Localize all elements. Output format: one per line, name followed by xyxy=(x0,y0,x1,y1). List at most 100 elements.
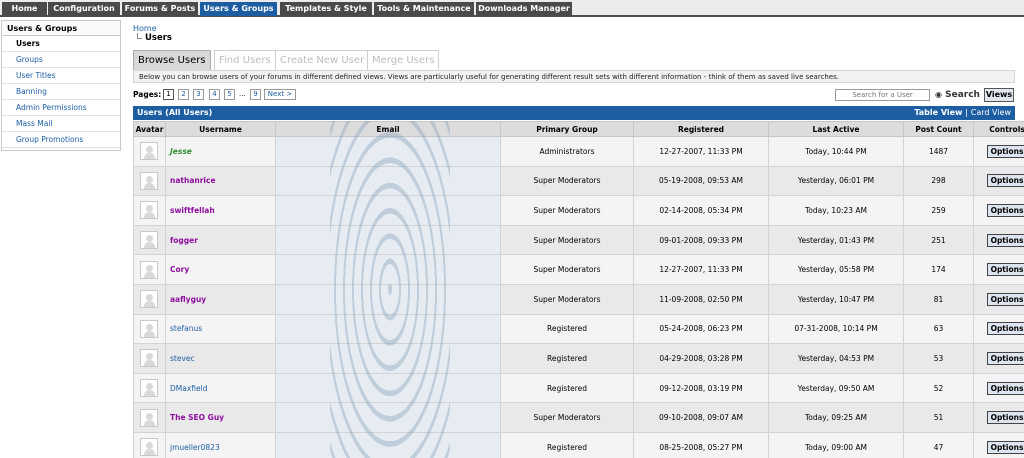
search-input[interactable] xyxy=(835,89,930,101)
options-button[interactable]: Options xyxy=(986,381,1024,395)
email-cell xyxy=(275,283,501,315)
table-row: stevec Registered 04-29-2008, 03:28 PM Yest… xyxy=(133,343,1024,374)
description: Below you can browse users of your forum… xyxy=(133,70,1015,83)
page-next[interactable]: Next > xyxy=(264,89,296,100)
avatar-cell xyxy=(133,402,166,433)
username-link[interactable]: Cory xyxy=(167,265,189,274)
binoculars-icon: ◉ xyxy=(935,90,942,99)
email-cell xyxy=(275,165,501,197)
column-header[interactable]: Email xyxy=(275,121,501,137)
page-last[interactable]: 9 xyxy=(250,89,261,100)
post-count-cell: 298 xyxy=(903,165,974,197)
username-link[interactable]: The SEO Guy xyxy=(167,413,224,422)
avatar-icon[interactable] xyxy=(140,171,158,190)
avatar-icon[interactable] xyxy=(140,142,158,161)
username-link[interactable]: nathanrice xyxy=(167,176,216,185)
primary-group-cell: Super Moderators xyxy=(500,165,634,197)
controls-cell: Options xyxy=(973,254,1024,285)
card-view-link[interactable]: Card View xyxy=(971,108,1011,117)
column-header[interactable]: Registered xyxy=(633,121,769,137)
table-row: nathanrice Super Moderators 05-19-2008, 09… xyxy=(133,165,1024,197)
page-3[interactable]: 3 xyxy=(193,89,204,100)
table-view-link[interactable]: Table View xyxy=(914,108,962,117)
email-cell xyxy=(275,254,501,285)
column-header[interactable]: Avatar xyxy=(133,121,166,137)
username-link[interactable]: jmueller0823 xyxy=(167,443,220,452)
tab-configuration[interactable]: Configuration xyxy=(48,2,120,16)
options-button[interactable]: Options xyxy=(986,233,1024,247)
avatar-icon[interactable] xyxy=(140,319,158,338)
avatar-icon[interactable] xyxy=(140,290,158,309)
options-button[interactable]: Options xyxy=(986,322,1024,336)
table-title: Users (All Users) xyxy=(137,108,213,117)
breadcrumb-home[interactable]: Home xyxy=(133,24,157,33)
sidebar-item-groups[interactable]: Groups xyxy=(2,52,120,68)
sidebar-item-admin-permissions[interactable]: Admin Permissions xyxy=(2,100,120,116)
table-row: DMaxfield Registered 09-12-2008, 03:19 PM Y… xyxy=(133,372,1024,404)
username-link[interactable]: DMaxfield xyxy=(167,384,207,393)
table-row: swiftfellah Super Moderators 02-14-2008, 0… xyxy=(133,195,1024,226)
table-row: fogger Super Moderators 09-01-2008, 09:33 … xyxy=(133,224,1024,256)
options-button[interactable]: Options xyxy=(986,411,1024,425)
tab-create-new-user[interactable]: Create New User xyxy=(275,50,370,70)
controls-cell: Options xyxy=(973,224,1024,256)
avatar-icon[interactable] xyxy=(140,231,158,250)
tab-tools-maintenance[interactable]: Tools & Maintenance xyxy=(374,2,474,16)
sidebar-item-group-promotions[interactable]: Group Promotions xyxy=(2,132,120,148)
username-link[interactable]: fogger xyxy=(167,236,198,245)
sidebar-item-banning[interactable]: Banning xyxy=(2,84,120,100)
page-1[interactable]: 1 xyxy=(163,89,174,100)
tab-browse-users[interactable]: Browse Users xyxy=(133,50,211,70)
sidebar-item-user-titles[interactable]: User Titles xyxy=(2,68,120,84)
column-header[interactable]: Primary Group xyxy=(500,121,634,137)
options-button[interactable]: Options xyxy=(986,263,1024,277)
email-cell xyxy=(275,224,501,256)
avatar-icon[interactable] xyxy=(140,201,158,220)
controls-cell: Options xyxy=(973,431,1024,458)
options-button[interactable]: Options xyxy=(986,351,1024,365)
options-button[interactable]: Options xyxy=(986,292,1024,306)
avatar-icon[interactable] xyxy=(140,408,158,427)
registered-cell: 02-14-2008, 05:34 PM xyxy=(633,195,769,226)
options-button[interactable]: Options xyxy=(986,440,1024,454)
username-cell: jmueller0823 xyxy=(165,431,276,458)
sidebar-item-mass-mail[interactable]: Mass Mail xyxy=(2,116,120,132)
avatar-icon[interactable] xyxy=(140,260,158,279)
username-link[interactable]: stevec xyxy=(167,354,195,363)
column-header[interactable]: Controls xyxy=(973,121,1024,137)
top-navigation: Home Configuration Forums & Posts Users … xyxy=(0,0,1024,17)
sidebar-item-users[interactable]: Users xyxy=(2,36,120,52)
tab-merge-users[interactable]: Merge Users xyxy=(367,50,440,70)
page-4[interactable]: 4 xyxy=(209,89,220,100)
page-5[interactable]: 5 xyxy=(224,89,235,100)
username-link[interactable]: aaflyguy xyxy=(167,295,206,304)
search-button[interactable]: ◉ Search xyxy=(935,89,980,101)
registered-cell: 09-01-2008, 09:33 PM xyxy=(633,224,769,256)
page-2[interactable]: 2 xyxy=(178,89,189,100)
column-header[interactable]: Last Active xyxy=(768,121,904,137)
avatar-icon[interactable] xyxy=(140,379,158,398)
avatar-icon[interactable] xyxy=(140,349,158,368)
column-header[interactable]: Post Count xyxy=(903,121,974,137)
tab-downloads-manager[interactable]: Downloads Manager xyxy=(476,2,572,16)
tab-templates-style[interactable]: Templates & Style xyxy=(280,2,372,16)
avatar-cell xyxy=(133,136,166,167)
post-count-cell: 174 xyxy=(903,254,974,285)
avatar-icon[interactable] xyxy=(140,438,158,457)
tab-home[interactable]: Home xyxy=(2,2,47,16)
options-button[interactable]: Options xyxy=(986,144,1024,158)
email-cell xyxy=(275,431,501,458)
primary-group-cell: Super Moderators xyxy=(500,402,634,433)
options-button[interactable]: Options xyxy=(986,203,1024,217)
username-link[interactable]: stefanus xyxy=(167,324,202,333)
tab-forums-posts[interactable]: Forums & Posts xyxy=(122,2,198,16)
username-link[interactable]: swiftfellah xyxy=(167,206,215,215)
username-link[interactable]: Jesse xyxy=(167,147,192,156)
options-button[interactable]: Options xyxy=(986,174,1024,188)
registered-cell: 05-24-2008, 06:23 PM xyxy=(633,313,769,345)
tab-users-groups[interactable]: Users & Groups xyxy=(200,2,277,16)
email-cell xyxy=(275,313,501,345)
tab-find-users[interactable]: Find Users xyxy=(214,50,276,70)
column-header[interactable]: Username xyxy=(165,121,276,137)
views-button[interactable]: Views xyxy=(984,88,1014,102)
